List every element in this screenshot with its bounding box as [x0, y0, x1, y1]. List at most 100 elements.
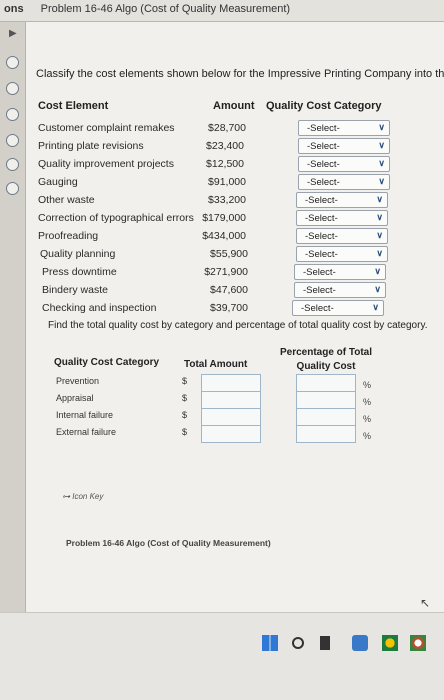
select-value: -Select-: [303, 285, 336, 296]
mouse-cursor-icon: ↖: [420, 596, 431, 610]
cost-element-row: Customer complaint remakes $28,700 -Select…: [26, 120, 444, 138]
summary-category: Prevention: [56, 376, 100, 386]
tab-title[interactable]: Problem 16-46 Algo (Cost of Quality Meas…: [41, 3, 290, 15]
select-value: -Select-: [307, 177, 340, 188]
quality-category-select[interactable]: -Select- ∨: [298, 174, 390, 190]
question-radio[interactable]: [6, 134, 19, 147]
quality-category-select[interactable]: -Select- ∨: [294, 264, 386, 280]
quality-category-header: Quality Cost Category: [266, 100, 382, 112]
instructions-text: Classify the cost elements shown below f…: [36, 68, 444, 80]
quality-category-select[interactable]: -Select- ∨: [294, 282, 386, 298]
percent-sign: %: [363, 431, 372, 441]
percentage-input[interactable]: [296, 374, 356, 392]
cost-element-amount: $39,700: [210, 302, 248, 314]
cost-element-amount: $55,900: [210, 248, 248, 260]
question-radio[interactable]: [6, 82, 19, 95]
quality-category-select[interactable]: -Select- ∨: [296, 210, 388, 226]
cost-element-name: Proofreading: [38, 230, 99, 242]
summary-category: Appraisal: [56, 393, 94, 403]
total-amount-input[interactable]: [201, 425, 261, 443]
quality-category-select[interactable]: -Select- ∨: [298, 156, 390, 172]
summary-category: External failure: [56, 427, 117, 437]
question-radio[interactable]: [6, 182, 19, 195]
cost-element-row: Correction of typographical errors $179,0…: [26, 210, 444, 228]
chevron-down-icon: ∨: [378, 158, 385, 168]
icon-key[interactable]: ⊶ Icon Key: [62, 492, 103, 501]
quality-category-select[interactable]: -Select- ∨: [296, 192, 388, 208]
percentage-input[interactable]: [296, 408, 356, 426]
total-amount-input[interactable]: [201, 391, 261, 409]
cost-element-amount: $434,000: [202, 230, 246, 242]
chevron-down-icon: ∨: [376, 194, 383, 204]
t2-total-header: Total Amount: [184, 359, 248, 370]
summary-category: Internal failure: [56, 410, 114, 420]
currency-sign: $: [182, 393, 188, 403]
chrome-icon[interactable]: [410, 635, 426, 651]
cost-element-name: Customer complaint remakes: [38, 122, 175, 134]
question-radio[interactable]: [6, 56, 19, 69]
windows-start-icon[interactable]: [262, 635, 278, 651]
quality-category-select[interactable]: -Select- ∨: [298, 138, 390, 154]
cost-element-name: Quality improvement projects: [38, 158, 174, 170]
cost-element-amount: $91,000: [208, 176, 246, 188]
cost-element-row: Quality planning $55,900 -Select- ∨: [26, 246, 444, 264]
amount-header: Amount: [213, 100, 255, 112]
search-icon[interactable]: [292, 637, 304, 649]
os-taskbar: [0, 612, 444, 700]
total-amount-input[interactable]: [201, 408, 261, 426]
percentage-input[interactable]: [296, 391, 356, 409]
t2-category-header: Quality Cost Category: [54, 357, 160, 368]
cost-element-amount: $47,600: [210, 284, 248, 296]
quality-category-select[interactable]: -Select- ∨: [296, 228, 388, 244]
quality-category-select[interactable]: -Select- ∨: [292, 300, 384, 316]
cost-element-amount: $23,400: [206, 140, 244, 152]
task-view-icon[interactable]: [320, 636, 330, 650]
find-instruction: Find the total quality cost by category …: [48, 320, 428, 331]
percentage-input[interactable]: [296, 425, 356, 443]
app-icon[interactable]: [352, 635, 368, 651]
chevron-down-icon: ∨: [378, 140, 385, 150]
select-value: -Select-: [305, 195, 338, 206]
cost-element-amount: $179,000: [202, 212, 246, 224]
cost-element-name: Other waste: [38, 194, 95, 206]
select-value: -Select-: [307, 141, 340, 152]
chevron-down-icon: ∨: [376, 212, 383, 222]
problem-sheet: Classify the cost elements shown below f…: [26, 22, 444, 612]
cost-element-name: Gauging: [38, 176, 78, 188]
icon-key-label: Icon Key: [72, 492, 104, 501]
chevron-down-icon: ∨: [376, 248, 383, 258]
chevron-down-icon: ∨: [376, 230, 383, 240]
cost-element-row: Proofreading $434,000 -Select- ∨: [26, 228, 444, 246]
chevron-down-icon: ∨: [378, 122, 385, 132]
currency-sign: $: [182, 427, 188, 437]
t2-pct-header-line1: Percentage of Total: [279, 347, 373, 358]
total-amount-input[interactable]: [201, 374, 261, 392]
question-radio[interactable]: [6, 158, 19, 171]
select-value: -Select-: [307, 123, 340, 134]
chevron-down-icon: ∨: [372, 302, 379, 312]
quality-category-select[interactable]: -Select- ∨: [298, 120, 390, 136]
currency-sign: $: [182, 410, 188, 420]
chevron-down-icon: ∨: [374, 284, 381, 294]
cost-element-name: Press downtime: [42, 266, 117, 278]
browser-icon[interactable]: [382, 635, 398, 651]
cost-element-amount: $12,500: [206, 158, 244, 170]
cost-element-amount: $33,200: [208, 194, 246, 206]
select-value: -Select-: [301, 303, 334, 314]
question-radio[interactable]: [6, 108, 19, 121]
play-arrow-icon[interactable]: ▶: [9, 28, 17, 39]
cost-element-row: Bindery waste $47,600 -Select- ∨: [26, 282, 444, 300]
chevron-down-icon: ∨: [374, 266, 381, 276]
cost-element-row: Printing plate revisions $23,400 -Select- ∨: [26, 138, 444, 156]
question-sidebar: ▶: [0, 22, 26, 612]
select-value: -Select-: [305, 213, 338, 224]
cost-element-name: Printing plate revisions: [38, 140, 144, 152]
cost-element-amount: $28,700: [208, 122, 246, 134]
select-value: -Select-: [307, 159, 340, 170]
select-value: -Select-: [303, 267, 336, 278]
quality-category-select[interactable]: -Select- ∨: [296, 246, 388, 262]
percent-sign: %: [363, 414, 372, 424]
percent-sign: %: [363, 397, 372, 407]
percent-sign: %: [363, 380, 372, 390]
cost-element-row: Other waste $33,200 -Select- ∨: [26, 192, 444, 210]
